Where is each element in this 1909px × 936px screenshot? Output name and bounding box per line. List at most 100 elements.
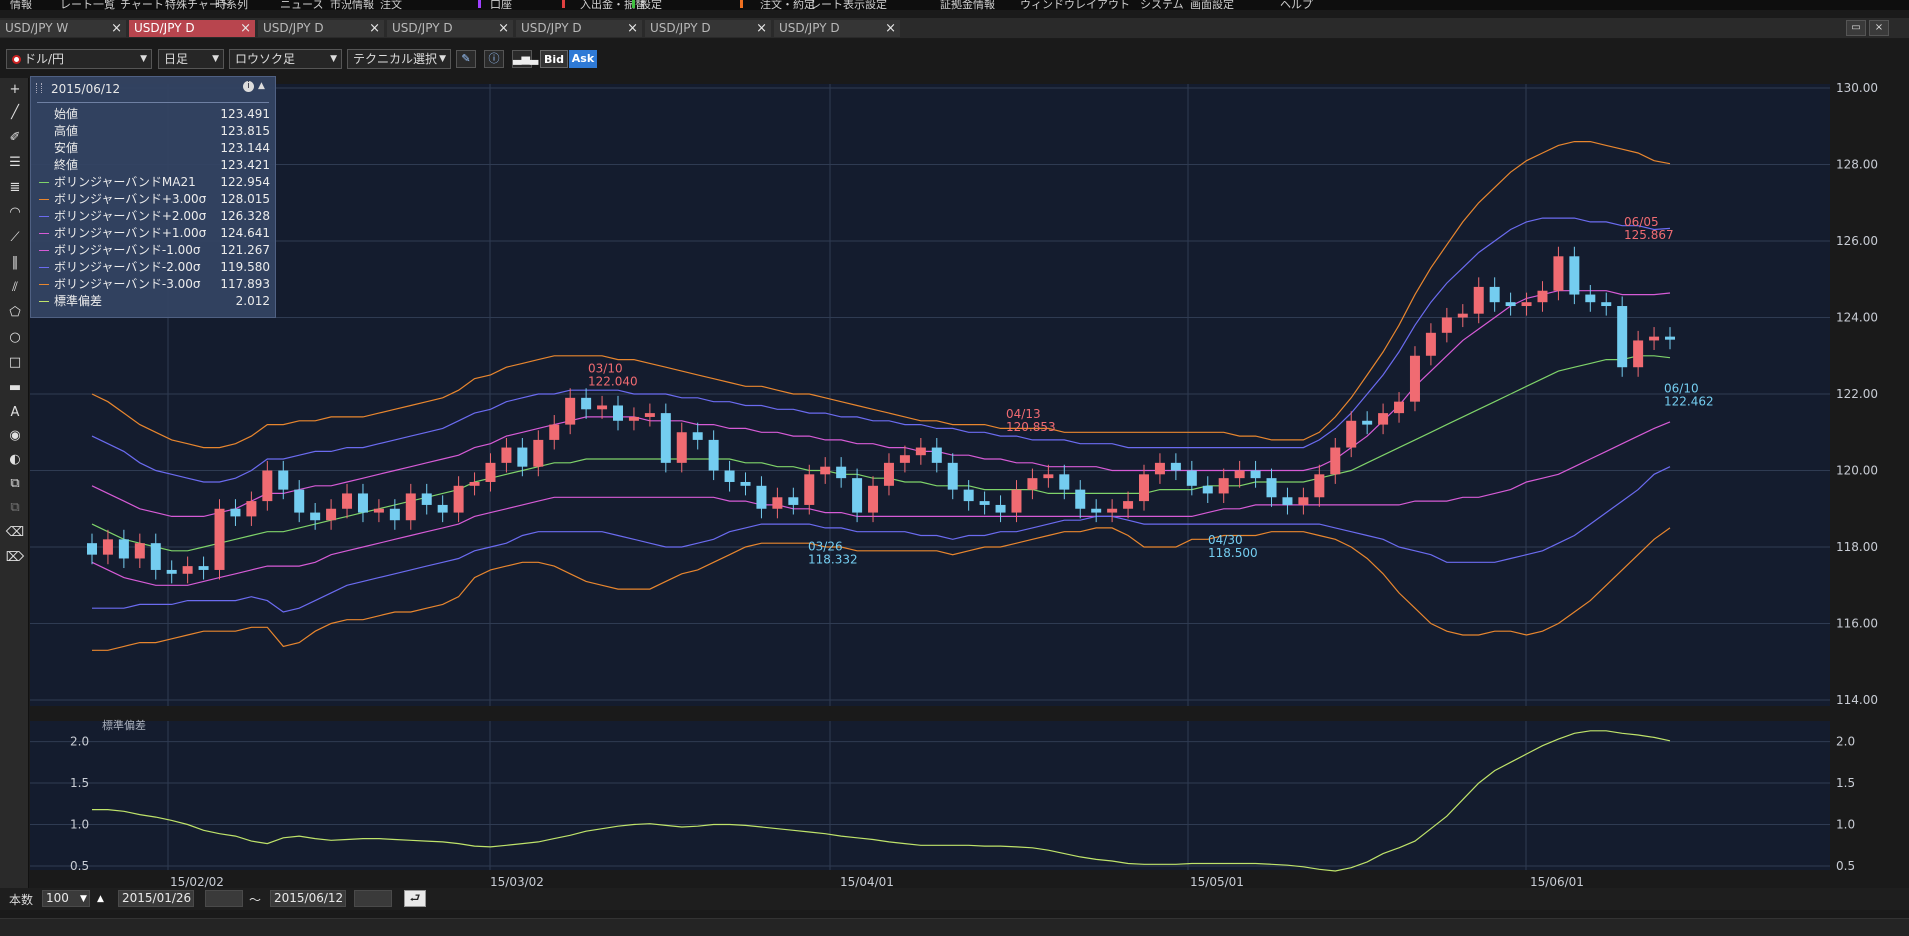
y-tick-label-left: 2.0: [70, 735, 89, 749]
tab-usdjpy-7[interactable]: USD/JPY D ×: [774, 20, 900, 37]
legend-swatch: [39, 216, 49, 217]
color-picker-icon[interactable]: ◐: [5, 450, 25, 470]
menu-item[interactable]: レート表示設定: [810, 0, 887, 10]
channel-icon[interactable]: ⫽: [5, 278, 25, 298]
plot-area: [30, 84, 1830, 706]
info-row-value: 123.421: [220, 158, 270, 172]
annotation-date: 06/05: [1624, 215, 1659, 229]
menu-item[interactable]: 注文: [380, 0, 402, 10]
paste-icon[interactable]: ⧉: [5, 498, 25, 518]
info-row-value: 126.328: [220, 209, 270, 223]
tab-usdjpy-2[interactable]: USD/JPY D ×: [129, 20, 255, 37]
chevron-down-icon[interactable]: ▼: [80, 894, 87, 904]
eraser-icon[interactable]: ⌫: [5, 523, 25, 543]
menu-item[interactable]: 市況情報: [330, 0, 374, 10]
y-tick-label: 116.00: [1836, 617, 1878, 631]
restore-window-button[interactable]: ▭: [1846, 20, 1866, 36]
panel-info-icon[interactable]: i: [243, 81, 254, 92]
from-time-input[interactable]: [205, 890, 243, 907]
close-icon[interactable]: ×: [756, 20, 767, 37]
info-row-value: 121.267: [220, 243, 270, 257]
close-window-button[interactable]: ×: [1869, 20, 1889, 36]
y-tick-label-left: 0.5: [70, 859, 89, 873]
trendline-icon[interactable]: ╱: [5, 103, 25, 123]
ruler-icon[interactable]: ✐: [5, 128, 25, 148]
stddev-chart[interactable]: 0.5 0.5 1.0 1.0 1.5 1.5 2.0 2.0: [30, 715, 1900, 875]
erase-all-icon[interactable]: ⌦: [5, 548, 25, 568]
tab-usdjpy-5[interactable]: USD/JPY D ×: [516, 20, 642, 37]
tab-usdjpy-3[interactable]: USD/JPY D ×: [258, 20, 384, 37]
menu-item[interactable]: 証拠金情報: [940, 0, 995, 10]
menu-item[interactable]: 画面設定: [1190, 0, 1234, 10]
close-icon[interactable]: ×: [240, 20, 251, 37]
crosshair-icon[interactable]: +: [5, 80, 25, 100]
menu-item[interactable]: ニュース: [280, 0, 323, 10]
close-icon[interactable]: ×: [885, 20, 896, 37]
rectangle-icon[interactable]: □: [5, 353, 25, 373]
volume-bars-icon[interactable]: ▃▅▃: [512, 50, 538, 68]
return-button[interactable]: ⮐: [404, 890, 426, 907]
pencil-icon[interactable]: ✎: [456, 50, 476, 68]
menu-item[interactable]: レート一覧: [60, 0, 115, 10]
close-icon[interactable]: ×: [498, 20, 509, 37]
menu-item[interactable]: 口座: [490, 0, 512, 10]
info-row: ボリンジャーバンド+2.00σ 126.328: [38, 209, 272, 224]
technical-select[interactable]: テクニカル選択 ▼: [347, 49, 451, 69]
close-icon[interactable]: ×: [369, 20, 380, 37]
menu-item[interactable]: ヘルプ: [1280, 0, 1313, 10]
fibonacci-arc-icon[interactable]: ◠: [5, 203, 25, 223]
menu-item[interactable]: 設定: [640, 0, 662, 10]
bid-button[interactable]: Bid: [540, 50, 568, 68]
y-tick-label: 1.5: [1836, 776, 1855, 790]
multi-lines-icon[interactable]: ≣: [5, 178, 25, 198]
vertical-lines-icon[interactable]: ‖: [5, 253, 25, 273]
close-icon[interactable]: ×: [111, 20, 122, 37]
x-tick-label: 15/04/01: [840, 875, 894, 889]
to-date-input[interactable]: 2015/06/12: [270, 890, 346, 907]
price-chart[interactable]: 114.00 116.00 118.00 120.00 122.00 124.00 126.…: [30, 74, 1900, 714]
menu-item[interactable]: 情報: [10, 0, 32, 10]
technical-value: テクニカル選択: [353, 52, 438, 66]
tab-usdjpy-6[interactable]: USD/JPY D ×: [645, 20, 771, 37]
tab-usdjpy-1[interactable]: USD/JPY W ×: [0, 20, 126, 37]
stamp-icon[interactable]: ◉: [5, 426, 25, 446]
menu-item[interactable]: 時系列: [215, 0, 248, 10]
annotation-value: 120.853: [1006, 420, 1056, 434]
dropdown-arrow-icon: ▼: [330, 54, 337, 64]
menu-item[interactable]: 入出金・振替: [580, 0, 646, 10]
to-time-input[interactable]: [354, 890, 392, 907]
pentagon-icon[interactable]: ⬠: [5, 303, 25, 323]
close-icon[interactable]: ×: [627, 20, 638, 37]
ask-button[interactable]: Ask: [569, 50, 597, 68]
chart-type-select[interactable]: ロウソク足 ▼: [229, 49, 342, 69]
x-tick-label: 15/02/02: [170, 875, 224, 889]
info-row-value: 117.893: [220, 277, 270, 291]
copy-icon[interactable]: ⧉: [5, 474, 25, 494]
line-thickness-icon[interactable]: ▬: [5, 378, 25, 398]
horizontal-lines-icon[interactable]: ☰: [5, 153, 25, 173]
y-tick-label: 128.00: [1836, 158, 1878, 172]
tab-label: USD/JPY D: [134, 21, 195, 35]
y-tick-label: 130.00: [1836, 81, 1878, 95]
tab-label: USD/JPY D: [779, 21, 840, 35]
candle: [1409, 346, 1420, 412]
period-select[interactable]: 日足 ▼: [158, 49, 224, 69]
fan-lines-icon[interactable]: ⟋: [5, 228, 25, 248]
chevron-up-icon[interactable]: ▲: [97, 894, 104, 904]
menu-item[interactable]: チャート: [120, 0, 164, 10]
tab-usdjpy-4[interactable]: USD/JPY D ×: [387, 20, 513, 37]
text-tool-icon[interactable]: A: [5, 403, 25, 423]
ohlc-info-panel: 2015/06/12 i ▲ 始値 123.491 高値 123.815 安値 123.1…: [30, 76, 276, 318]
info-icon[interactable]: ⓘ: [484, 50, 504, 68]
from-date-input[interactable]: 2015/01/26: [118, 890, 194, 907]
menu-item[interactable]: システム: [1140, 0, 1184, 10]
menu-item[interactable]: 注文・約定: [760, 0, 815, 10]
collapse-up-icon[interactable]: ▲: [256, 81, 267, 92]
tab-label: USD/JPY W: [5, 21, 69, 35]
info-row: 高値 123.815: [38, 124, 272, 139]
circle-icon[interactable]: ○: [5, 328, 25, 348]
y-tick-label-left: 1.0: [70, 818, 89, 832]
currency-pair-select[interactable]: ドル/円 ▼: [6, 49, 152, 69]
y-tick-label: 114.00: [1836, 693, 1878, 707]
menu-item[interactable]: ウィンドウレイアウト: [1020, 0, 1130, 10]
